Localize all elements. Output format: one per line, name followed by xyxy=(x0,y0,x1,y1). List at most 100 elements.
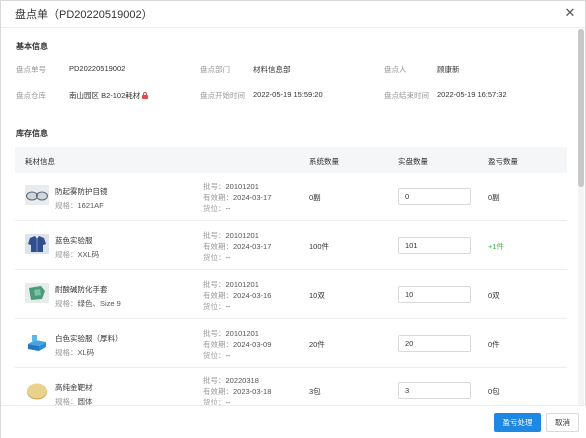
expiry: 有效期：2024-03-16 xyxy=(203,290,271,301)
warehouse-label: 盘点仓库 xyxy=(16,91,46,100)
item-name: 防起雾防护目镜 xyxy=(55,187,108,196)
batch: 批号：20220318 xyxy=(203,375,259,386)
dialog-footer: 盈亏处理 取消 xyxy=(1,405,586,438)
item-spec: 规格：绿色、Size 9 xyxy=(55,298,121,309)
table-header: 耗材信息 系统数量 实盘数量 盈亏数量 xyxy=(15,147,567,173)
diff-qty: 0副 xyxy=(488,193,500,202)
spec-label: 规格： xyxy=(55,201,78,210)
batch-value: 20101201 xyxy=(225,329,259,338)
warehouse-value: 南山园区 B2-102耗材 xyxy=(69,91,141,100)
location: 货位：-- xyxy=(203,203,231,214)
col-system-qty: 系统数量 xyxy=(309,157,339,166)
spec-value: 1621AF xyxy=(77,201,104,210)
expiry: 有效期：2024-03-17 xyxy=(203,241,271,252)
actual-qty-input[interactable] xyxy=(398,237,471,254)
system-qty: 20件 xyxy=(309,340,325,349)
expiry-label: 有效期： xyxy=(203,387,233,396)
location-label: 货位： xyxy=(203,204,226,213)
item-spec: 规格：XXL码 xyxy=(55,249,99,260)
location-value: -- xyxy=(225,253,231,262)
item-name: 蓝色实验服 xyxy=(55,236,93,245)
item-spec: 规格：圆体 xyxy=(55,396,93,405)
close-icon[interactable]: ✕ xyxy=(563,6,577,20)
order-no-value: PD20220519002 xyxy=(69,64,126,73)
process-discrepancy-button[interactable]: 盈亏处理 xyxy=(494,413,541,432)
spec-value: XL码 xyxy=(77,348,95,357)
table-row: 高纯金靶材 规格：圆体 批号：20220318 有效期：2023-03-18 货… xyxy=(15,369,567,405)
table-row: 耐酸碱防化手套 规格：绿色、Size 9 批号：20101201 有效期：202… xyxy=(15,271,567,319)
expiry-label: 有效期： xyxy=(203,193,233,202)
batch-label: 批号： xyxy=(203,329,226,338)
system-qty: 100件 xyxy=(309,242,330,251)
diff-qty: 0包 xyxy=(488,387,500,396)
location-value: -- xyxy=(225,398,231,405)
counter-label: 盘点人 xyxy=(384,65,407,74)
spec-value: 圆体 xyxy=(77,397,93,405)
col-diff-qty: 盈亏数量 xyxy=(488,157,518,166)
expiry: 有效期：2024-03-09 xyxy=(203,339,271,350)
location-value: -- xyxy=(225,204,231,213)
dialog-header: 盘点单（PD20220519002） ✕ xyxy=(1,1,585,28)
cancel-button[interactable]: 取消 xyxy=(546,413,579,432)
batch: 批号：20101201 xyxy=(203,181,259,192)
expiry: 有效期：2024-03-17 xyxy=(203,192,271,203)
end-time-label: 盘点结束时间 xyxy=(384,91,429,100)
actual-qty-input[interactable] xyxy=(398,335,471,352)
lock-icon xyxy=(142,92,149,99)
labcoat-white-thumb xyxy=(25,332,49,352)
counter-value: 顾康新 xyxy=(437,65,460,74)
batch-value: 20101201 xyxy=(225,231,259,240)
warehouse-value-wrap: 南山园区 B2-102耗材 xyxy=(69,90,149,101)
item-spec: 规格：XL码 xyxy=(55,347,94,358)
system-qty: 0副 xyxy=(309,193,321,202)
inventory-info-title: 库存信息 xyxy=(16,129,48,138)
diff-qty: 0双 xyxy=(488,291,500,300)
batch: 批号：20101201 xyxy=(203,279,259,290)
batch-label: 批号： xyxy=(203,182,226,191)
location-label: 货位： xyxy=(203,351,226,360)
batch-label: 批号： xyxy=(203,231,226,240)
expiry: 有效期：2023-03-18 xyxy=(203,386,271,397)
spec-label: 规格： xyxy=(55,348,78,357)
inventory-count-dialog: 盘点单（PD20220519002） ✕ 基本信息 盘点单号 PD2022051… xyxy=(0,0,586,438)
batch-label: 批号： xyxy=(203,280,226,289)
dialog-body: 基本信息 盘点单号 PD20220519002 盘点部门 材料信息部 盘点人 顾… xyxy=(1,29,579,405)
expiry-value: 2024-03-16 xyxy=(233,291,272,300)
location-label: 货位： xyxy=(203,398,226,405)
dialog-title: 盘点单（PD20220519002） xyxy=(15,9,153,21)
start-time-label: 盘点开始时间 xyxy=(200,91,245,100)
expiry-value: 2024-03-17 xyxy=(233,242,272,251)
system-qty: 3包 xyxy=(309,387,321,396)
table-row: 蓝色实验服 规格：XXL码 批号：20101201 有效期：2024-03-17… xyxy=(15,222,567,270)
batch: 批号：20101201 xyxy=(203,328,259,339)
diff-qty: +1件 xyxy=(488,242,505,251)
actual-qty-input[interactable] xyxy=(398,188,471,205)
scrollbar-thumb[interactable] xyxy=(578,29,584,187)
batch-value: 20101201 xyxy=(225,182,259,191)
system-qty: 10双 xyxy=(309,291,325,300)
diff-qty: 0件 xyxy=(488,340,500,349)
expiry-label: 有效期： xyxy=(203,340,233,349)
item-name: 高纯金靶材 xyxy=(55,383,93,392)
spec-value: 绿色、Size 9 xyxy=(77,299,121,308)
location-label: 货位： xyxy=(203,253,226,262)
expiry-value: 2024-03-09 xyxy=(233,340,272,349)
vertical-scrollbar[interactable] xyxy=(578,29,584,405)
location: 货位：-- xyxy=(203,252,231,263)
location: 货位：-- xyxy=(203,350,231,361)
spec-value: XXL码 xyxy=(77,250,100,259)
actual-qty-input[interactable] xyxy=(398,382,471,399)
batch-label: 批号： xyxy=(203,376,226,385)
batch-value: 20101201 xyxy=(225,280,259,289)
location: 货位：-- xyxy=(203,397,231,405)
item-name: 白色实验服（厚料） xyxy=(55,334,123,343)
col-actual-qty: 实盘数量 xyxy=(398,157,428,166)
location-value: -- xyxy=(225,302,231,311)
location-label: 货位： xyxy=(203,302,226,311)
labcoat-blue-thumb xyxy=(25,234,49,254)
location: 货位：-- xyxy=(203,301,231,312)
basic-info-title: 基本信息 xyxy=(16,42,48,51)
spec-label: 规格： xyxy=(55,250,78,259)
spec-label: 规格： xyxy=(55,397,78,405)
actual-qty-input[interactable] xyxy=(398,286,471,303)
